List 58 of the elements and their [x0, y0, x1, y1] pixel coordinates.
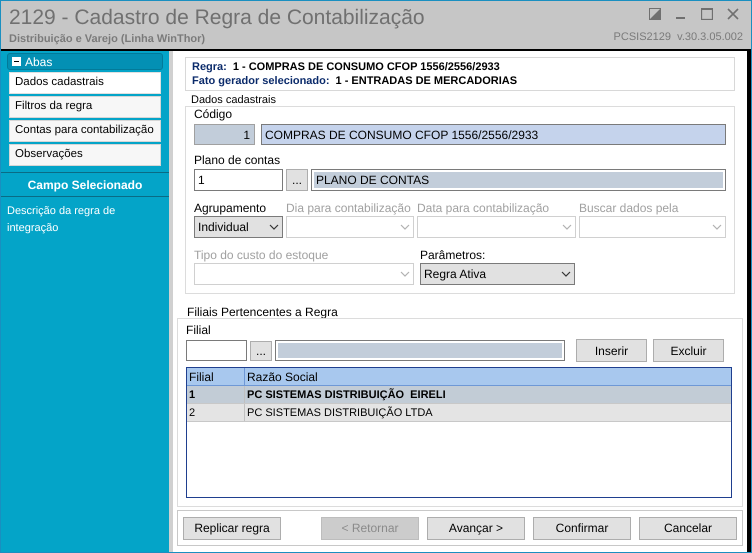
sidebar-item[interactable]: Observações — [9, 144, 161, 166]
table-row[interactable]: 2 PC SISTEMAS DISTRIBUIÇÃO LTDA — [187, 404, 731, 422]
chevron-down-icon — [712, 224, 722, 230]
branch-name-field[interactable] — [278, 343, 562, 358]
summary-value: 1 - ENTRADAS DE MERCADORIAS — [336, 74, 518, 88]
table-cell-text: PC SISTEMAS DISTRIBUIÇÃO LTDA — [246, 405, 434, 421]
lookup-button[interactable]: ... — [250, 340, 272, 360]
table-cell-text: PC SISTEMAS DISTRIBUIÇÃO EIRELI — [246, 387, 447, 403]
field-label: Parâmetros: — [420, 247, 486, 263]
column-header[interactable]: Filial — [187, 368, 245, 385]
chevron-down-icon — [400, 271, 410, 277]
version-label: PCSIS2129 v.30.3.05.002 — [614, 30, 743, 45]
maximize-icon[interactable] — [701, 8, 713, 20]
field-label: Plano de contas — [194, 153, 282, 167]
sidebar-header[interactable]: Abas — [7, 53, 163, 70]
field-label: Tipo do custo do estoque — [194, 247, 330, 263]
window-title: 2129 - Cadastro de Regra de Contabilização — [9, 5, 425, 31]
branch-code-field[interactable] — [186, 340, 247, 361]
footer-button[interactable]: Avançar > — [427, 516, 525, 540]
sidebar-item[interactable]: Dados cadastrais — [9, 72, 161, 94]
account-plan-code-field[interactable]: 1 — [194, 169, 283, 191]
dropdown[interactable]: Individual — [194, 216, 283, 238]
sidebar-item[interactable]: Contas para contabilização — [9, 120, 161, 142]
field-description: Descrição da regra de integração — [6, 204, 116, 236]
dropdown[interactable]: Regra Ativa — [420, 263, 575, 285]
chevron-down-icon — [561, 271, 571, 277]
table-row[interactable]: 1 PC SISTEMAS DISTRIBUIÇÃO EIRELI — [187, 386, 731, 404]
footer-button[interactable]: Cancelar — [639, 516, 737, 540]
field-label: Filial — [186, 323, 212, 337]
summary-value: 1 - COMPRAS DE CONSUMO CFOP 1556/2556/2933 — [232, 60, 500, 74]
summary-label: Regra: — [192, 60, 227, 74]
window-subtitle: Distribuição e Varejo (Linha WinThor) — [9, 32, 206, 47]
account-plan-name-field[interactable]: PLANO DE CONTAS — [314, 172, 723, 188]
footer-button[interactable]: Confirmar — [533, 516, 631, 540]
delete-button[interactable]: Excluir — [653, 339, 724, 362]
table-cell: 2 — [187, 404, 245, 421]
close-icon[interactable] — [727, 8, 739, 20]
field-label: Agrupamento — [194, 200, 268, 216]
column-header[interactable]: Razão Social — [245, 368, 731, 385]
insert-button[interactable]: Inserir — [576, 339, 647, 362]
field-label: Data para contabilização — [417, 200, 550, 216]
description-field[interactable]: COMPRAS DE CONSUMO CFOP 1556/2556/2933 — [261, 124, 726, 145]
chevron-down-icon — [400, 224, 410, 230]
chevron-down-icon — [562, 224, 572, 230]
section-title: Campo Selecionado — [28, 176, 142, 194]
sidebar-item[interactable]: Filtros da regra — [9, 96, 161, 118]
lookup-button[interactable]: ... — [286, 169, 308, 191]
group-title: Dados cadastrais — [191, 94, 277, 106]
restore-icon[interactable] — [649, 8, 661, 20]
footer-button[interactable]: Replicar regra — [183, 516, 281, 540]
field-label: Buscar dados pela — [579, 200, 680, 216]
field-label: Dia para contabilização — [286, 200, 412, 216]
group-title: Filiais Pertencentes a Regra — [187, 306, 339, 318]
chevron-down-icon — [269, 224, 279, 230]
table-cell: 1 — [187, 386, 245, 403]
summary-label: Fato gerador selecionado: — [192, 74, 330, 88]
code-field[interactable]: 1 — [194, 124, 255, 145]
field-label: Código — [194, 107, 234, 121]
